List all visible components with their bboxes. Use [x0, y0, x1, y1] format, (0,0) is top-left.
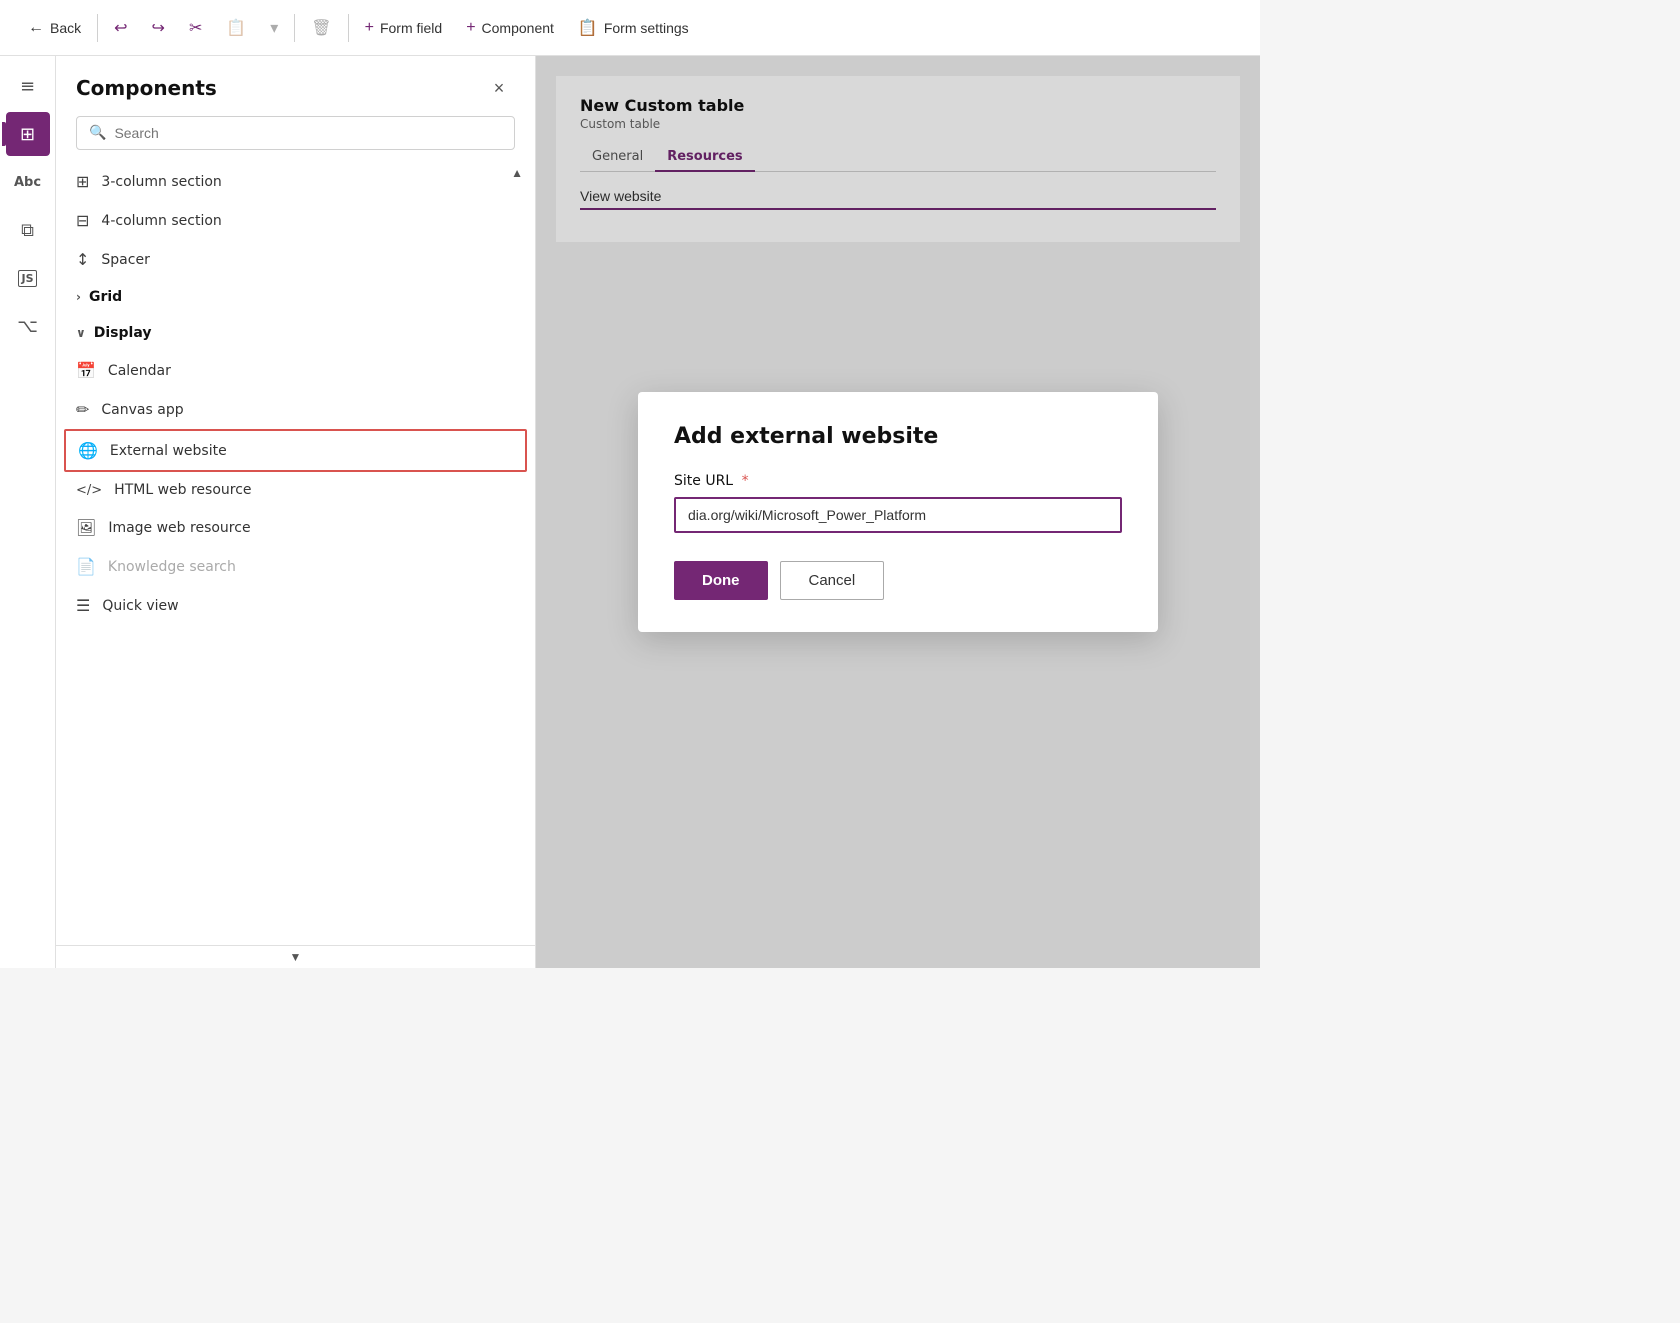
knowledge-icon: 📄	[76, 557, 96, 576]
components-title: Components	[76, 76, 217, 100]
dropdown-icon: ▾	[270, 18, 278, 38]
add-component-icon: +	[466, 19, 475, 37]
modal-overlay: Add external website Site URL * Done Can…	[536, 56, 1260, 968]
external-website-icon: 🌐	[78, 441, 98, 460]
redo-icon: ↪	[152, 18, 165, 38]
required-indicator: *	[742, 473, 749, 489]
undo-icon: ↩	[114, 18, 127, 38]
main-toolbar: ← Back ↩ ↪ ✂ 📋 ▾ 🗑 + Form field + Compon…	[0, 0, 1260, 56]
calendar-icon: 📅	[76, 361, 96, 380]
item-label: 3-column section	[101, 174, 221, 190]
site-url-input[interactable]	[674, 497, 1122, 533]
search-box: 🔍	[76, 116, 515, 150]
cut-icon: ✂	[189, 18, 202, 38]
item-label: External website	[110, 443, 227, 459]
item-label: Image web resource	[108, 520, 250, 536]
components-panel: Components × 🔍 ▲ ⊞ 3-column section ⊟ 4-…	[56, 56, 536, 968]
modal-buttons: Done Cancel	[674, 561, 1122, 600]
cut-button[interactable]: ✂	[177, 10, 214, 46]
list-item[interactable]: ⊟ 4-column section	[56, 201, 535, 240]
undo-button[interactable]: ↩	[102, 10, 139, 46]
list-item[interactable]: 📅 Calendar	[56, 351, 535, 390]
scroll-up-button[interactable]: ▲	[507, 162, 527, 184]
item-label: Quick view	[102, 598, 178, 614]
canvas-icon: ✏	[76, 400, 89, 419]
form-settings-button[interactable]: 📋 Form settings	[566, 10, 701, 46]
dropdown-button[interactable]: ▾	[258, 10, 290, 46]
list-item[interactable]: ☰ Quick view	[56, 586, 535, 625]
three-col-icon: ⊞	[76, 172, 89, 191]
back-button[interactable]: ← Back	[16, 11, 93, 45]
abc-icon: Abc	[14, 175, 41, 190]
layers-icon: ⧉	[21, 220, 34, 241]
item-label: Knowledge search	[108, 559, 236, 575]
components-header: Components ×	[56, 56, 535, 116]
form-settings-label: Form settings	[604, 20, 689, 36]
tree-icon: ⌥	[17, 316, 38, 337]
list-item[interactable]: </> HTML web resource	[56, 472, 535, 508]
search-icon: 🔍	[89, 125, 106, 141]
close-panel-button[interactable]: ×	[483, 72, 515, 104]
back-label: Back	[50, 20, 81, 36]
grid-section-label: Grid	[89, 289, 122, 305]
external-website-item[interactable]: 🌐 External website	[64, 429, 527, 472]
html-icon: </>	[76, 483, 102, 498]
scroll-down-button[interactable]: ▼	[290, 950, 302, 964]
components-list: ▲ ⊞ 3-column section ⊟ 4-column section …	[56, 162, 535, 945]
icon-nav: ≡ ⊞ Abc ⧉ JS ⌥	[0, 56, 56, 968]
display-section-label: Display	[94, 325, 152, 341]
paste-icon: 📋	[226, 18, 246, 38]
search-input[interactable]	[114, 125, 502, 141]
paste-button[interactable]: 📋	[214, 10, 258, 46]
cancel-button[interactable]: Cancel	[780, 561, 885, 600]
item-label: Canvas app	[101, 402, 183, 418]
item-label: Calendar	[108, 363, 171, 379]
delete-icon: 🗑	[311, 18, 331, 38]
list-item[interactable]: ↕ Spacer	[56, 240, 535, 279]
form-field-button[interactable]: + Form field	[353, 11, 455, 45]
spacer-icon: ↕	[76, 250, 89, 269]
separator-3	[348, 14, 349, 42]
nav-tree[interactable]: ⌥	[6, 304, 50, 348]
form-field-label: Form field	[380, 20, 442, 36]
nav-js[interactable]: JS	[6, 256, 50, 300]
quickview-icon: ☰	[76, 596, 90, 615]
item-label: HTML web resource	[114, 482, 251, 498]
delete-button[interactable]: 🗑	[299, 10, 343, 46]
nav-abc[interactable]: Abc	[6, 160, 50, 204]
nav-grid[interactable]: ⊞	[6, 112, 50, 156]
image-icon: 🖼	[76, 518, 96, 537]
js-icon: JS	[18, 270, 36, 287]
form-settings-icon: 📋	[578, 18, 598, 38]
grid-nav-icon: ⊞	[20, 124, 35, 145]
modal-box: Add external website Site URL * Done Can…	[638, 392, 1158, 632]
display-section-header[interactable]: ∨ Display	[56, 315, 535, 351]
item-label: Spacer	[101, 252, 149, 268]
list-item[interactable]: 🖼 Image web resource	[56, 508, 535, 547]
modal-title: Add external website	[674, 424, 1122, 449]
main-layout: ≡ ⊞ Abc ⧉ JS ⌥ Components × 🔍	[0, 56, 1260, 968]
four-col-icon: ⊟	[76, 211, 89, 230]
site-url-label: Site URL *	[674, 473, 1122, 489]
component-label: Component	[482, 20, 554, 36]
separator-2	[294, 14, 295, 42]
nav-hamburger[interactable]: ≡	[6, 64, 50, 108]
hamburger-icon: ≡	[20, 76, 35, 97]
chevron-down-icon: ∨	[76, 326, 86, 340]
chevron-right-icon: ›	[76, 290, 81, 304]
close-icon: ×	[494, 78, 505, 99]
separator-1	[97, 14, 98, 42]
list-item[interactable]: ✏ Canvas app	[56, 390, 535, 429]
item-label: 4-column section	[101, 213, 221, 229]
content-area: New Custom table Custom table General Re…	[536, 56, 1260, 968]
component-button[interactable]: + Component	[454, 11, 566, 45]
list-item[interactable]: ⊞ 3-column section	[56, 162, 535, 201]
add-form-field-icon: +	[365, 19, 374, 37]
done-button[interactable]: Done	[674, 561, 768, 600]
grid-section-header[interactable]: › Grid	[56, 279, 535, 315]
redo-button[interactable]: ↪	[140, 10, 177, 46]
knowledge-search-item: 📄 Knowledge search	[56, 547, 535, 586]
nav-layers[interactable]: ⧉	[6, 208, 50, 252]
back-icon: ←	[28, 19, 44, 37]
